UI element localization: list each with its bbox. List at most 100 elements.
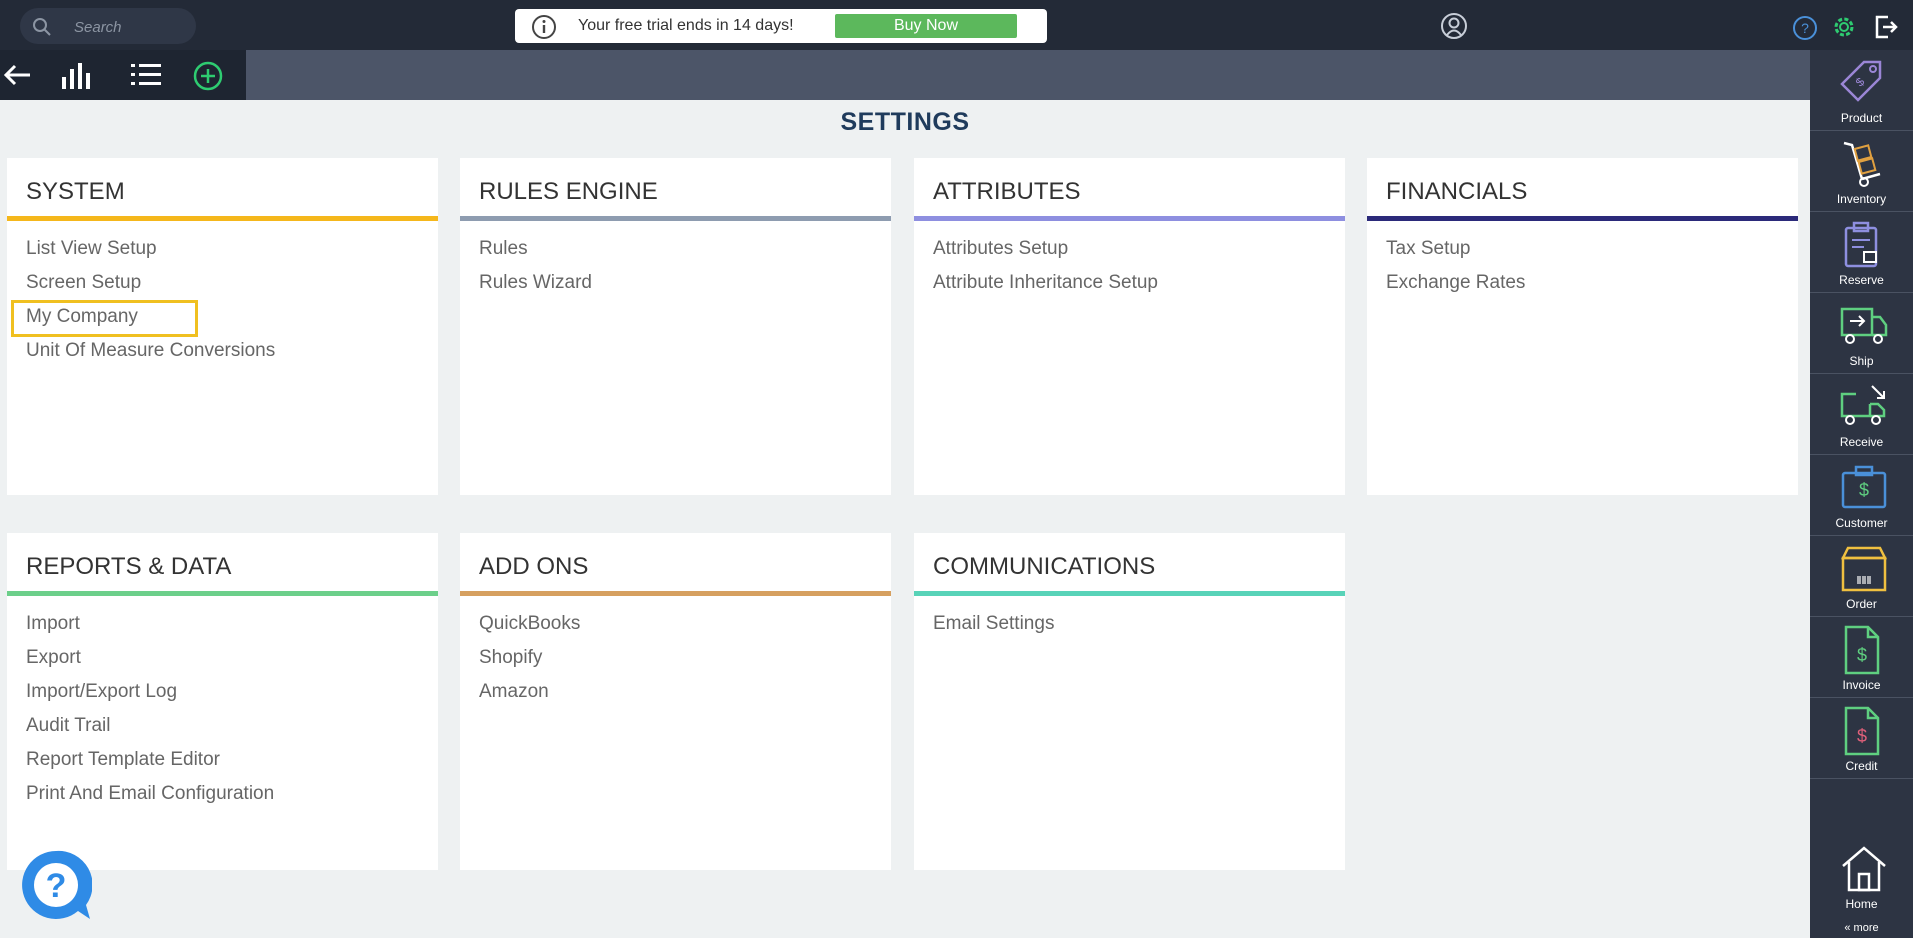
settings-link[interactable]: Tax Setup — [1386, 238, 1525, 272]
settings-card-attributes: ATTRIBUTES Attributes Setup Attribute Inhe… — [914, 158, 1345, 495]
svg-text:$: $ — [1857, 726, 1867, 746]
page-title: SETTINGS — [840, 108, 970, 136]
user-profile-icon[interactable] — [1440, 12, 1468, 40]
help-icon[interactable]: ? — [1792, 15, 1818, 41]
search-box[interactable] — [20, 8, 196, 44]
gear-icon[interactable] — [1830, 13, 1858, 41]
sidebar-label: Invoice — [1842, 678, 1881, 692]
card-link-list: QuickBooks Shopify Amazon — [479, 613, 580, 715]
search-icon — [33, 18, 51, 36]
card-accent-line — [460, 591, 891, 596]
card-accent-line — [7, 591, 438, 596]
card-accent-line — [460, 216, 891, 221]
top-bar: Your free trial ends in 14 days! Buy Now… — [0, 0, 1913, 50]
settings-link[interactable]: Email Settings — [933, 613, 1054, 647]
card-title: SYSTEM — [26, 178, 125, 205]
buy-now-button[interactable]: Buy Now — [835, 14, 1017, 38]
briefcase-icon: $ — [1841, 465, 1887, 509]
settings-link[interactable]: Attributes Setup — [933, 238, 1158, 272]
settings-link[interactable]: Print And Email Configuration — [26, 783, 274, 817]
svg-text:$: $ — [1859, 480, 1869, 500]
my-company-highlight — [11, 300, 198, 337]
sidebar-item-customer[interactable]: $ Customer — [1810, 455, 1913, 536]
sidebar-item-product[interactable]: $ Product — [1810, 50, 1913, 131]
settings-link[interactable]: Shopify — [479, 647, 580, 681]
sidebar-item-invoice[interactable]: $ Invoice — [1810, 617, 1913, 698]
back-arrow-icon[interactable] — [2, 61, 32, 89]
toolbar-actions — [0, 50, 246, 100]
sidebar-item-receive[interactable]: Receive — [1810, 374, 1913, 455]
card-accent-line — [914, 216, 1345, 221]
card-accent-line — [914, 591, 1345, 596]
settings-card-rules-engine: RULES ENGINE Rules Rules Wizard — [460, 158, 891, 495]
settings-link[interactable]: List View Setup — [26, 238, 275, 272]
trial-message: Your free trial ends in 14 days! — [578, 17, 794, 34]
card-link-list: Import Export Import/Export Log Audit Trail… — [26, 613, 274, 817]
trial-banner: Your free trial ends in 14 days! Buy Now — [515, 9, 1047, 43]
sidebar-label: Inventory — [1836, 192, 1887, 206]
invoice-document-icon: $ — [1844, 625, 1880, 675]
svg-text:?: ? — [46, 867, 67, 905]
settings-link[interactable]: Import/Export Log — [26, 681, 274, 715]
more-link[interactable]: « more — [1810, 922, 1913, 934]
card-title: RULES ENGINE — [479, 178, 658, 205]
bar-chart-icon[interactable] — [60, 61, 92, 91]
truck-receive-icon — [1840, 385, 1886, 425]
sidebar-item-home[interactable]: Home — [1810, 836, 1913, 916]
sidebar-item-ship[interactable]: Ship — [1810, 293, 1913, 374]
sidebar-label: Product — [1840, 111, 1883, 125]
add-circle-icon[interactable] — [193, 61, 223, 91]
sidebar-label: Reserve — [1839, 273, 1884, 287]
sidebar-item-inventory[interactable]: Inventory — [1810, 131, 1913, 212]
logout-icon[interactable] — [1872, 13, 1900, 41]
settings-link[interactable]: Rules — [479, 238, 592, 272]
card-accent-line — [1367, 216, 1798, 221]
sidebar-label: Receive — [1839, 435, 1884, 449]
svg-text:$: $ — [1853, 74, 1868, 89]
sidebar-item-credit[interactable]: $ Credit — [1810, 698, 1913, 779]
card-title: ADD ONS — [479, 553, 589, 580]
settings-link[interactable]: Report Template Editor — [26, 749, 274, 783]
hand-truck-icon — [1843, 141, 1881, 187]
sidebar-label: Credit — [1845, 759, 1878, 773]
settings-card-communications: COMMUNICATIONS Email Settings — [914, 533, 1345, 870]
settings-link[interactable]: Import — [26, 613, 274, 647]
settings-card-reports-data: REPORTS & DATA Import Export Import/Export … — [7, 533, 438, 870]
settings-card-add-ons: ADD ONS QuickBooks Shopify Amazon — [460, 533, 891, 870]
price-tag-icon: $ — [1840, 60, 1882, 102]
box-icon — [1840, 546, 1888, 592]
list-icon[interactable] — [130, 61, 162, 89]
card-link-list: Rules Rules Wizard — [479, 238, 592, 306]
svg-text:$: $ — [1857, 645, 1867, 665]
svg-text:?: ? — [1801, 20, 1809, 36]
settings-link[interactable]: QuickBooks — [479, 613, 580, 647]
clipboard-icon — [1844, 221, 1878, 268]
sub-toolbar — [0, 50, 1810, 100]
search-input[interactable] — [72, 16, 186, 38]
card-title: COMMUNICATIONS — [933, 553, 1156, 580]
settings-link[interactable]: Amazon — [479, 681, 580, 715]
card-link-list: Attributes Setup Attribute Inheritance Se… — [933, 238, 1158, 306]
settings-link[interactable]: Audit Trail — [26, 715, 274, 749]
settings-link[interactable]: Exchange Rates — [1386, 272, 1525, 306]
sidebar-item-reserve[interactable]: Reserve — [1810, 212, 1913, 293]
sidebar-label: Home — [1845, 897, 1878, 911]
card-title: REPORTS & DATA — [26, 553, 232, 580]
sidebar-label: Order — [1846, 597, 1877, 611]
card-link-list: Tax Setup Exchange Rates — [1386, 238, 1525, 306]
help-chat-icon[interactable]: ? — [20, 849, 92, 921]
card-accent-line — [7, 216, 438, 221]
card-title: ATTRIBUTES — [933, 178, 1081, 205]
settings-link[interactable]: Unit Of Measure Conversions — [26, 340, 275, 374]
truck-ship-icon — [1840, 307, 1888, 344]
settings-link[interactable]: Attribute Inheritance Setup — [933, 272, 1158, 306]
sidebar-label: Customer — [1835, 516, 1888, 530]
settings-link[interactable]: Export — [26, 647, 274, 681]
settings-card-financials: FINANCIALS Tax Setup Exchange Rates — [1367, 158, 1798, 495]
right-sidebar: $ Product Inventory Reserve Ship Receive… — [1810, 50, 1913, 938]
sidebar-item-order[interactable]: Order — [1810, 536, 1913, 617]
settings-link[interactable]: Rules Wizard — [479, 272, 592, 306]
card-title: FINANCIALS — [1386, 178, 1528, 205]
credit-document-icon: $ — [1844, 706, 1880, 756]
sidebar-label: Ship — [1849, 354, 1874, 368]
